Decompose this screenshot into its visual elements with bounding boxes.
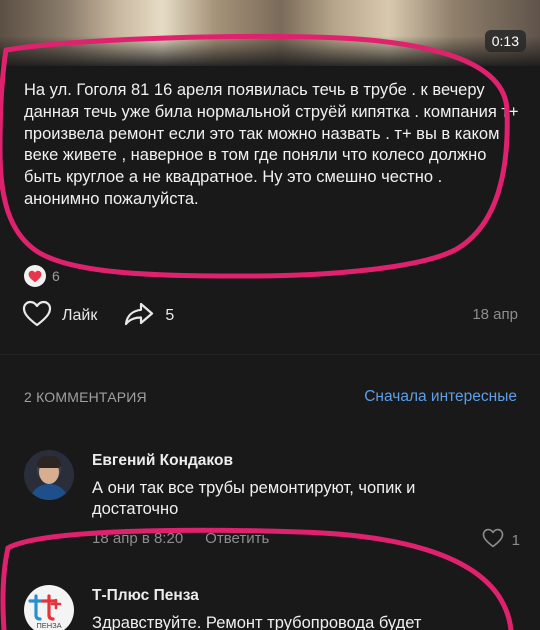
comment-text: А они так все трубы ремонтируют, чопик и… [92, 479, 416, 518]
heart-icon [22, 300, 52, 332]
comment-like-count: 1 [511, 531, 520, 549]
reaction-summary[interactable]: 6 [24, 265, 60, 287]
sort-comments-link[interactable]: Сначала интересные [364, 388, 517, 406]
share-arrow-icon [123, 301, 155, 332]
reply-button[interactable]: Ответить [205, 530, 269, 547]
post-actions: Лайк 5 18 апр [22, 300, 518, 332]
video-duration: 0:13 [484, 30, 526, 52]
post-date: 18 апр [472, 306, 518, 323]
like-button[interactable]: Лайк [22, 300, 97, 332]
reaction-count: 6 [52, 268, 60, 284]
avatar-body-shape [30, 484, 68, 500]
comment-author[interactable]: Т-Плюс Пенза [92, 587, 199, 605]
comment-author[interactable]: Евгений Кондаков [92, 452, 233, 470]
t-plus-logo-icon: ПЕНЗА [28, 594, 62, 630]
comment: ПЕНЗА Т-Плюс Пенза Здравствуйте. Ремонт … [24, 585, 520, 630]
avatar-hair-shape [37, 456, 61, 468]
comments-header: 2 КОММЕНТАРИЯ Сначала интересные [24, 388, 517, 406]
comment-date: 18 апр в 8:20 [92, 530, 184, 547]
like-label: Лайк [62, 307, 98, 324]
comment-text: Здравствуйте. Ремонт трубопровода будет [92, 614, 422, 630]
comment-like-button[interactable]: 1 [482, 528, 520, 552]
highlight-loop-bottom-left [0, 545, 11, 630]
avatar[interactable]: ПЕНЗА [24, 585, 74, 630]
comment: Евгений Кондаков А они так все трубы рем… [24, 450, 520, 550]
video-shade [0, 36, 540, 66]
post-text: На ул. Гоголя 81 16 ареля появилась течь… [24, 81, 519, 208]
share-button[interactable]: 5 [123, 301, 174, 332]
heart-outline-icon [482, 528, 504, 552]
heart-reaction-icon [24, 265, 46, 287]
share-count: 5 [165, 307, 175, 324]
video-preview[interactable]: 0:13 [0, 0, 540, 66]
divider [0, 354, 540, 355]
comment-meta: 18 апр в 8:20 Ответить [92, 530, 269, 547]
comments-count: 2 КОММЕНТАРИЯ [24, 389, 147, 405]
svg-text:ПЕНЗА: ПЕНЗА [36, 621, 61, 630]
avatar[interactable] [24, 450, 74, 500]
